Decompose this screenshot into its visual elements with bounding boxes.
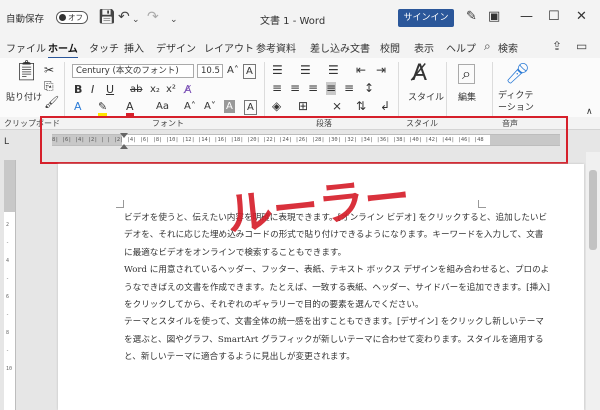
ribbon-tabs: ファイル ホーム タッチ 挿入 デザイン レイアウト 参考資料 差し込み文書 校… xyxy=(0,36,600,59)
italic-icon[interactable]: I xyxy=(91,83,94,96)
group-separator xyxy=(64,62,65,122)
autosave-toggle[interactable]: オフ xyxy=(56,11,88,24)
styles-icon[interactable]: A̸ xyxy=(412,62,427,86)
line-spacing-icon[interactable]: ↕ xyxy=(364,82,374,95)
underline-icon[interactable]: U xyxy=(106,83,114,96)
ribbon-display-icon[interactable]: ▣ xyxy=(488,9,500,25)
tab-touch[interactable]: タッチ xyxy=(89,40,119,55)
borders-icon[interactable]: ⊞ xyxy=(298,100,308,113)
group-separator xyxy=(492,62,493,122)
show-marks-icon[interactable]: ↲ xyxy=(380,100,390,113)
vertical-ruler-numbers: 2 - 4 - 6 - 8 - 10 xyxy=(6,222,13,372)
paste-icon[interactable]: 📋︎ xyxy=(14,60,39,80)
share-icon[interactable]: ⇪ xyxy=(552,39,562,53)
dictate-label[interactable]: ディクテーション xyxy=(498,90,540,114)
group-separator xyxy=(398,62,399,122)
grow-font-icon[interactable]: A˄ xyxy=(227,64,239,77)
grow-icon[interactable]: A˄ xyxy=(184,100,196,113)
tab-selector[interactable]: L xyxy=(4,137,9,147)
change-case-icon[interactable]: A xyxy=(243,64,256,79)
customize-qat-icon[interactable]: ⌄ xyxy=(170,12,178,28)
superscript-icon[interactable]: x² xyxy=(166,83,176,96)
tab-file[interactable]: ファイル xyxy=(6,40,46,55)
vertical-scrollbar[interactable] xyxy=(586,152,600,410)
multilevel-list-icon[interactable]: ☰ xyxy=(328,64,339,77)
tab-insert[interactable]: 挿入 xyxy=(124,40,144,55)
tab-help[interactable]: ヘルプ xyxy=(446,40,476,55)
group-separator xyxy=(264,62,265,122)
tab-search[interactable]: 検索 xyxy=(498,40,518,55)
enclose-character-icon[interactable]: A xyxy=(244,100,257,115)
shrink-icon[interactable]: A˅ xyxy=(204,100,216,113)
microphone-icon[interactable]: 🎤︎ xyxy=(505,62,530,84)
margin-corner-mark xyxy=(116,200,124,208)
tab-review[interactable]: 校閲 xyxy=(380,40,400,55)
styles-label[interactable]: スタイル xyxy=(408,90,444,103)
font-name-select[interactable]: Century (本文のフォント) xyxy=(72,64,194,78)
search-icon[interactable]: ⌕ xyxy=(484,39,491,54)
paragraph[interactable]: ビデオを使うと、伝えたい内容を明確に表現できます。[オンライン ビデオ] をクリ… xyxy=(124,210,550,262)
save-icon[interactable]: 💾︎ xyxy=(98,9,116,25)
find-icon[interactable]: ⌕ xyxy=(458,64,475,84)
margin-corner-mark xyxy=(478,200,486,208)
align-right-icon[interactable]: ≡ xyxy=(308,82,318,95)
decrease-indent-icon[interactable]: ⇤ xyxy=(356,64,366,77)
close-icon[interactable]: ✕ xyxy=(576,9,587,25)
text-effects-icon[interactable]: A xyxy=(74,100,82,113)
font-size-select[interactable]: 10.5 xyxy=(197,64,223,78)
autosave-label: 自動保存 xyxy=(6,14,45,25)
bold-icon[interactable]: B xyxy=(74,83,82,96)
align-left-icon[interactable]: ≡ xyxy=(272,82,282,95)
document-title: 文書 1 - Word xyxy=(260,16,326,27)
pen-icon[interactable]: ✎ xyxy=(466,9,477,25)
distributed-icon[interactable]: ≡ xyxy=(344,82,354,95)
tab-design[interactable]: デザイン xyxy=(156,40,196,55)
cut-icon[interactable]: ✂ xyxy=(44,64,54,77)
tab-home[interactable]: ホーム xyxy=(48,40,78,59)
subscript-icon[interactable]: x₂ xyxy=(150,83,160,96)
copy-icon[interactable]: ⎘ xyxy=(44,80,54,93)
tab-view[interactable]: 表示 xyxy=(414,40,434,55)
sort-icon[interactable]: ⇅ xyxy=(356,100,366,113)
scrollbar-thumb[interactable] xyxy=(589,170,597,250)
document-body[interactable]: ビデオを使うと、伝えたい内容を明確に表現できます。[オンライン ビデオ] をクリ… xyxy=(124,210,550,367)
comments-icon[interactable]: ▭ xyxy=(576,39,587,53)
font-color-icon[interactable]: A xyxy=(126,100,134,116)
paragraph[interactable]: Word に用意されているヘッダー、フッター、表紙、テキスト ボックス デザイン… xyxy=(124,262,550,314)
tab-references[interactable]: 参考資料 xyxy=(256,40,296,55)
undo-icon[interactable]: ↶ xyxy=(118,9,130,25)
justify-icon[interactable]: ≡ xyxy=(326,82,337,95)
edit-label[interactable]: 編集 xyxy=(458,90,476,103)
font-size-aa-icon[interactable]: Aa xyxy=(156,100,169,113)
ruler-highlight-box xyxy=(40,116,568,164)
redo-icon[interactable]: ↷ xyxy=(147,9,159,25)
increase-indent-icon[interactable]: ⇥ xyxy=(376,64,386,77)
maximize-icon[interactable]: ☐ xyxy=(548,9,560,25)
tab-layout[interactable]: レイアウト xyxy=(204,40,254,55)
asian-layout-icon[interactable]: ⨯ xyxy=(332,100,342,113)
character-shading-icon[interactable]: A xyxy=(224,100,235,113)
clear-formatting-icon[interactable]: A̸ xyxy=(184,83,192,96)
document-page[interactable]: ビデオを使うと、伝えたい内容を明確に表現できます。[オンライン ビデオ] をクリ… xyxy=(58,164,584,410)
group-separator xyxy=(446,62,447,122)
undo-dropdown-icon[interactable]: ⌄ xyxy=(132,12,140,28)
align-center-icon[interactable]: ≡ xyxy=(290,82,300,95)
format-painter-icon[interactable]: 🖌︎ xyxy=(44,96,59,109)
paste-label[interactable]: 貼り付け xyxy=(6,90,42,103)
highlight-icon[interactable]: ✎ xyxy=(98,100,108,116)
title-bar: 自動保存 オフ 💾︎ ↶ ⌄ ↷ ⌄ 文書 1 - Word サインイン ✎ ▣… xyxy=(0,0,600,36)
strikethrough-icon[interactable]: ab xyxy=(130,83,142,96)
bullets-icon[interactable]: ☰ xyxy=(272,64,283,77)
vertical-ruler[interactable]: 2 - 4 - 6 - 8 - 10 xyxy=(4,160,16,410)
shading-icon[interactable]: ◈ xyxy=(272,100,281,113)
tab-mailings[interactable]: 差し込み文書 xyxy=(310,40,370,55)
paragraph[interactable]: テーマとスタイルを使って、文書全体の統一感を出すこともできます。[デザイン] を… xyxy=(124,314,550,366)
numbering-icon[interactable]: ☰ xyxy=(300,64,311,77)
signin-button[interactable]: サインイン xyxy=(398,9,454,27)
minimize-icon[interactable]: — xyxy=(520,9,533,25)
